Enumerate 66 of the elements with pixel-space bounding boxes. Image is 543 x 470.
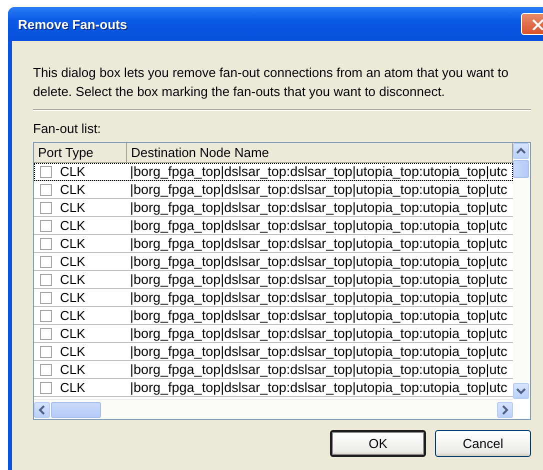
- port-type-cell: CLK: [60, 218, 86, 233]
- checkbox[interactable]: [40, 382, 52, 394]
- destination-cell-text: |borg_fpga_top|dslsar_top:dslsar_top|utopia_top:utopia_top|utc: [129, 200, 508, 215]
- checkbox[interactable]: [40, 166, 52, 178]
- list-row[interactable]: CLK |borg_fpga_top|dslsar_top:dslsar_top|utopia_top:utopia_top|utc: [34, 199, 513, 217]
- list-row[interactable]: CLK |borg_fpga_top|dslsar_top:dslsar_top|utopia_top:utopia_top|utc: [34, 163, 513, 181]
- destination-cell-text: |borg_fpga_top|dslsar_top:dslsar_top|utopia_top:utopia_top|utc: [129, 308, 508, 323]
- scroll-thumb[interactable]: [513, 160, 529, 178]
- checkbox[interactable]: [40, 202, 52, 214]
- port-type-cell: CLK: [60, 380, 86, 395]
- port-type-cell: CLK: [60, 236, 86, 251]
- description-text: This dialog box lets you remove fan-out connections from an atom that you want to delete. Select the box marking the fan-outs that you want to disconnect.: [33, 64, 510, 101]
- list-row[interactable]: CLK |borg_fpga_top|dslsar_top:dslsar_top|utopia_top:utopia_top|utc: [34, 307, 513, 325]
- destination-cell-text: |borg_fpga_top|dslsar_top:dslsar_top|utopia_top:utopia_top|utc: [129, 272, 508, 287]
- port-type-cell: CLK: [60, 272, 86, 287]
- checkbox[interactable]: [40, 310, 52, 322]
- destination-cell-text: |borg_fpga_top|dslsar_top:dslsar_top|utopia_top:utopia_top|utc: [129, 380, 508, 395]
- list-row[interactable]: CLK |borg_fpga_top|dslsar_top:dslsar_top|utopia_top:utopia_top|utc: [34, 289, 513, 307]
- destination-cell-text: |borg_fpga_top|dslsar_top:dslsar_top|utopia_top:utopia_top|utc: [129, 236, 508, 251]
- checkbox[interactable]: [40, 238, 52, 250]
- destination-cell-text: |borg_fpga_top|dslsar_top:dslsar_top|utopia_top:utopia_top|utc: [129, 362, 508, 377]
- port-type-cell: CLK: [60, 362, 86, 377]
- scroll-right-button[interactable]: [497, 402, 513, 418]
- list-row[interactable]: CLK |borg_fpga_top|dslsar_top:dslsar_top|utopia_top:utopia_top|utc: [34, 325, 513, 343]
- scroll-thumb[interactable]: [51, 402, 101, 418]
- destination-cell-text: |borg_fpga_top|dslsar_top:dslsar_top|utopia_top:utopia_top|utc: [129, 290, 508, 305]
- checkbox[interactable]: [40, 292, 52, 304]
- scroll-up-button[interactable]: [513, 143, 529, 159]
- checkbox[interactable]: [40, 274, 52, 286]
- list-row[interactable]: CLK |borg_fpga_top|dslsar_top:dslsar_top|utopia_top:utopia_top|utc: [34, 271, 513, 289]
- port-type-cell: CLK: [60, 200, 86, 215]
- close-icon: [531, 18, 543, 30]
- list-row[interactable]: CLK |borg_fpga_top|dslsar_top:dslsar_top|utopia_top:utopia_top|utc: [34, 217, 513, 235]
- ok-button[interactable]: OK: [330, 430, 426, 457]
- port-type-cell: CLK: [60, 326, 86, 341]
- list-row[interactable]: CLK |borg_fpga_top|dslsar_top:dslsar_top|utopia_top:utopia_top|utc: [34, 253, 513, 271]
- checkbox[interactable]: [40, 328, 52, 340]
- window-title: Remove Fan-outs: [18, 16, 128, 32]
- list-row[interactable]: CLK |borg_fpga_top|dslsar_top:dslsar_top|utopia_top:utopia_top|utc: [34, 379, 513, 397]
- checkbox[interactable]: [40, 184, 52, 196]
- checkbox[interactable]: [40, 220, 52, 232]
- destination-cell-text: |borg_fpga_top|dslsar_top:dslsar_top|utopia_top:utopia_top|utc: [129, 326, 508, 341]
- checkbox[interactable]: [40, 256, 52, 268]
- scroll-down-button[interactable]: [513, 383, 529, 399]
- destination-cell-text: |borg_fpga_top|dslsar_top:dslsar_top|utopia_top:utopia_top|utc: [129, 344, 508, 359]
- destination-cell-text: |borg_fpga_top|dslsar_top:dslsar_top|utopia_top:utopia_top|utc: [129, 164, 508, 179]
- column-header[interactable]: Port Type: [34, 143, 127, 162]
- destination-cell-text: |borg_fpga_top|dslsar_top:dslsar_top|utopia_top:utopia_top|utc: [129, 254, 508, 269]
- port-type-cell: CLK: [60, 182, 86, 197]
- close-button[interactable]: [521, 13, 543, 35]
- port-type-cell: CLK: [60, 164, 86, 179]
- destination-cell-text: |borg_fpga_top|dslsar_top:dslsar_top|utopia_top:utopia_top|utc: [129, 182, 508, 197]
- cancel-button[interactable]: Cancel: [435, 430, 531, 457]
- scroll-left-button[interactable]: [34, 402, 50, 418]
- list-row[interactable]: CLK |borg_fpga_top|dslsar_top:dslsar_top|utopia_top:utopia_top|utc: [34, 235, 513, 253]
- port-type-cell: CLK: [60, 290, 86, 305]
- port-type-cell: CLK: [60, 344, 86, 359]
- list-row[interactable]: CLK |borg_fpga_top|dslsar_top:dslsar_top|utopia_top:utopia_top|utc: [34, 343, 513, 361]
- checkbox[interactable]: [40, 346, 52, 358]
- checkbox[interactable]: [40, 364, 52, 376]
- port-type-cell: CLK: [60, 308, 86, 323]
- list-label: Fan-out list:: [33, 121, 102, 136]
- list-row[interactable]: CLK |borg_fpga_top|dslsar_top:dslsar_top|utopia_top:utopia_top|utc: [34, 361, 513, 379]
- port-type-cell: CLK: [60, 254, 86, 269]
- destination-cell-text: |borg_fpga_top|dslsar_top:dslsar_top|utopia_top:utopia_top|utc: [129, 218, 508, 233]
- list-row[interactable]: CLK |borg_fpga_top|dslsar_top:dslsar_top|utopia_top:utopia_top|utc: [34, 181, 513, 199]
